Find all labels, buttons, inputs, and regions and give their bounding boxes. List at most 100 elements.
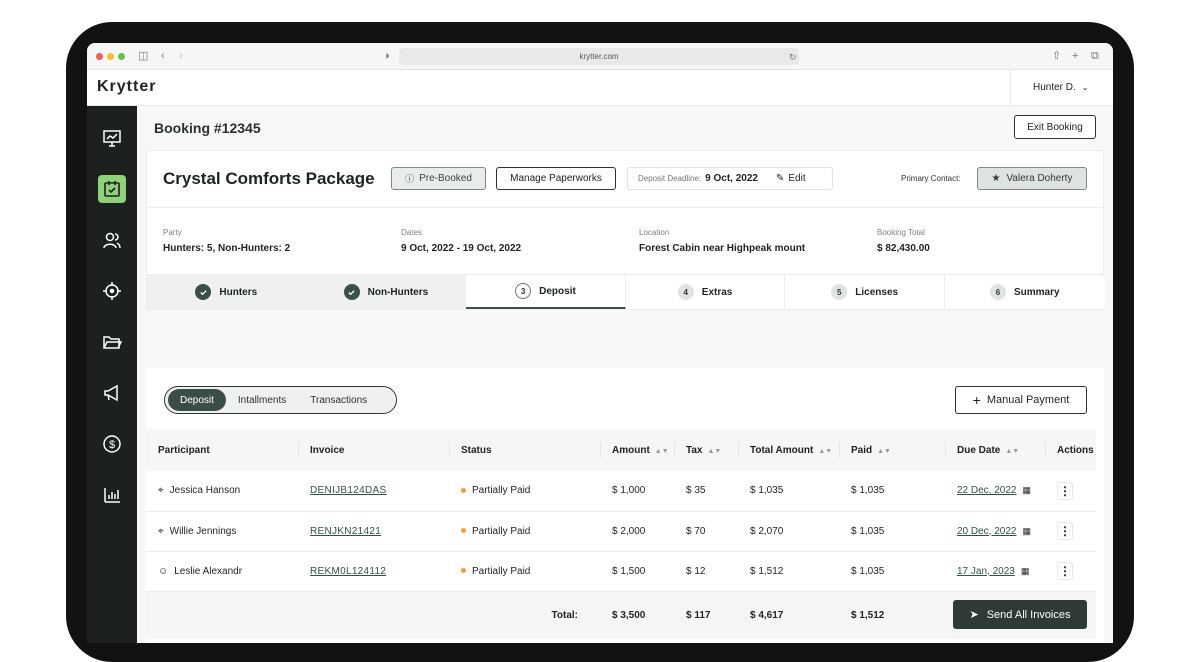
row-actions-button[interactable]: ⋮ [1057,562,1073,580]
step-extras[interactable]: 4 Extras [625,275,786,309]
tab-installments[interactable]: Intallments [226,389,298,411]
deadline-value: 9 Oct, 2022 [705,173,758,184]
step-label: Summary [1013,286,1060,298]
sidebar-item-dashboard[interactable] [98,124,126,152]
col-paid[interactable]: Paid ▲▼ [839,429,945,471]
col-status[interactable]: Status [449,429,600,471]
app-header: Krytter Hunter D. ⌄ [87,70,1113,106]
step-non-hunters[interactable]: Non-Hunters [306,275,467,309]
megaphone-icon [104,384,118,402]
paid-cell: $ 1,035 [851,565,885,577]
table-row: ⌖ Willie Jennings RENJKN21421 Partially P… [146,511,1096,551]
step-label: Licenses [855,286,899,298]
sidebar-item-customers[interactable] [98,226,126,254]
invoice-link[interactable]: RENJKN21421 [310,526,381,537]
info-icon: ⓘ [405,174,415,184]
sidebar-item-payments[interactable]: $ [98,430,126,458]
reload-icon[interactable]: ↻ [789,50,797,64]
due-date-link[interactable]: 22 Dec, 2022 [957,485,1017,496]
due-date-link[interactable]: 17 Jan, 2023 [957,566,1015,577]
location-value: Forest Cabin near Highpeak mount [639,243,806,254]
step-summary[interactable]: 6 Summary [944,275,1105,309]
row-actions-button[interactable]: ⋮ [1057,522,1073,540]
calendar-icon: ▦ [1020,565,1030,576]
invoice-link[interactable]: REKM0L124112 [310,566,386,577]
totals-label: Total: [551,609,578,621]
new-tab-icon[interactable]: + [1072,49,1078,63]
user-menu[interactable]: Hunter D. ⌄ [1010,70,1113,106]
total-cell: $ 1,512 [750,565,784,577]
main-content: Booking #12345 Exit Booking Crystal Comf… [137,106,1113,643]
step-number: 3 [515,283,532,299]
close-window-icon[interactable] [96,53,103,60]
browser-toolbar: ◫ ‹ › ◑ krytter.com ↻ ⇧ + ⧉ [87,43,1113,70]
invoice-link[interactable]: DENIJB124DAS [310,485,386,496]
dollar-circle-icon: $ [103,435,121,453]
col-amount[interactable]: Amount ▲▼ [600,429,674,471]
forward-icon[interactable]: › [179,49,183,63]
sidebar-item-marketing[interactable] [98,379,126,407]
sort-icon: ▲▼ [818,447,833,455]
col-total-amount[interactable]: Total Amount ▲▼ [738,429,839,471]
manual-payment-label: Manual Payment [986,394,1070,406]
edit-deadline-button[interactable]: ✎ Edit [776,173,806,184]
sidebar-item-hunts[interactable] [98,277,126,305]
col-participant[interactable]: Participant [146,429,298,471]
sidebar-item-files[interactable] [98,328,126,356]
tab-deposit[interactable]: Deposit [168,389,226,411]
send-icon: ➤ [969,609,979,621]
step-deposit[interactable]: 3 Deposit [466,275,626,309]
status-text: Partially Paid [472,565,531,577]
send-all-invoices-button[interactable]: ➤ Send All Invoices [953,600,1087,629]
manual-payment-button[interactable]: + Manual Payment [955,386,1087,414]
package-name: Crystal Comforts Package [163,169,375,188]
col-invoice[interactable]: Invoice [298,429,449,471]
total-cell: $ 1,035 [750,485,784,497]
total-paid-sum: $ 1,512 [851,609,885,621]
back-icon[interactable]: ‹ [161,49,165,63]
step-hunters[interactable]: Hunters [147,275,307,309]
minimize-window-icon[interactable] [107,53,114,60]
dates-label: Dates [401,228,422,237]
total-total-sum: $ 4,617 [750,609,784,621]
sidebar-toggle-icon[interactable]: ◫ [138,49,148,63]
manage-paperworks-button[interactable]: Manage Paperworks [496,167,616,190]
primary-contact-button[interactable]: ★ Valera Doherty [977,167,1087,190]
col-tax[interactable]: Tax ▲▼ [674,429,738,471]
step-licenses[interactable]: 5 Licenses [785,275,945,309]
due-date-link[interactable]: 20 Dec, 2022 [957,526,1017,537]
deadline-label: Deposit Deadline: [638,174,702,183]
edit-label: Edit [788,173,806,184]
deposit-deadline: Deposit Deadline: 9 Oct, 2022 ✎ Edit [627,167,833,190]
row-actions-button[interactable]: ⋮ [1057,481,1073,500]
pencil-icon: ✎ [775,173,785,184]
share-icon[interactable]: ⇧ [1052,49,1061,63]
sort-icon: ▲▼ [1005,447,1020,455]
party-value: Hunters: 5, Non-Hunters: 2 [163,243,291,254]
maximize-window-icon[interactable] [118,53,125,60]
tab-transactions[interactable]: Transactions [298,389,379,411]
participant-name: Jessica Hanson [169,485,241,497]
sidebar-item-reports[interactable] [98,481,126,509]
url-bar[interactable]: krytter.com [399,48,799,65]
check-icon [195,284,212,300]
shield-icon: ◑ [383,50,390,62]
step-number: 6 [989,284,1006,300]
calendar-icon: ▦ [1022,525,1032,536]
status-text: Partially Paid [472,485,531,497]
paid-cell: $ 1,035 [851,485,885,497]
package-card: Crystal Comforts Package ⓘ Pre-Booked Ma… [146,150,1105,310]
col-due-date[interactable]: Due Date ▲▼ [945,429,1045,471]
tabs-overview-icon[interactable]: ⧉ [1091,49,1099,63]
total-amount-sum: $ 3,500 [612,609,646,621]
table-row: ⌖ Jessica Hanson DENIJB124DAS Partially P… [146,471,1096,511]
location-label: Location [639,228,670,237]
primary-contact-name: Valera Doherty [1006,173,1073,184]
participant-name: Willie Jennings [169,525,237,537]
dates-value: 9 Oct, 2022 - 19 Oct, 2022 [401,243,522,254]
crosshair-icon: ⌖ [158,485,164,497]
exit-booking-button[interactable]: Exit Booking [1014,115,1096,139]
app-logo[interactable]: Krytter [97,78,156,96]
crosshair-icon [103,282,121,300]
sidebar-item-bookings[interactable] [98,175,126,203]
